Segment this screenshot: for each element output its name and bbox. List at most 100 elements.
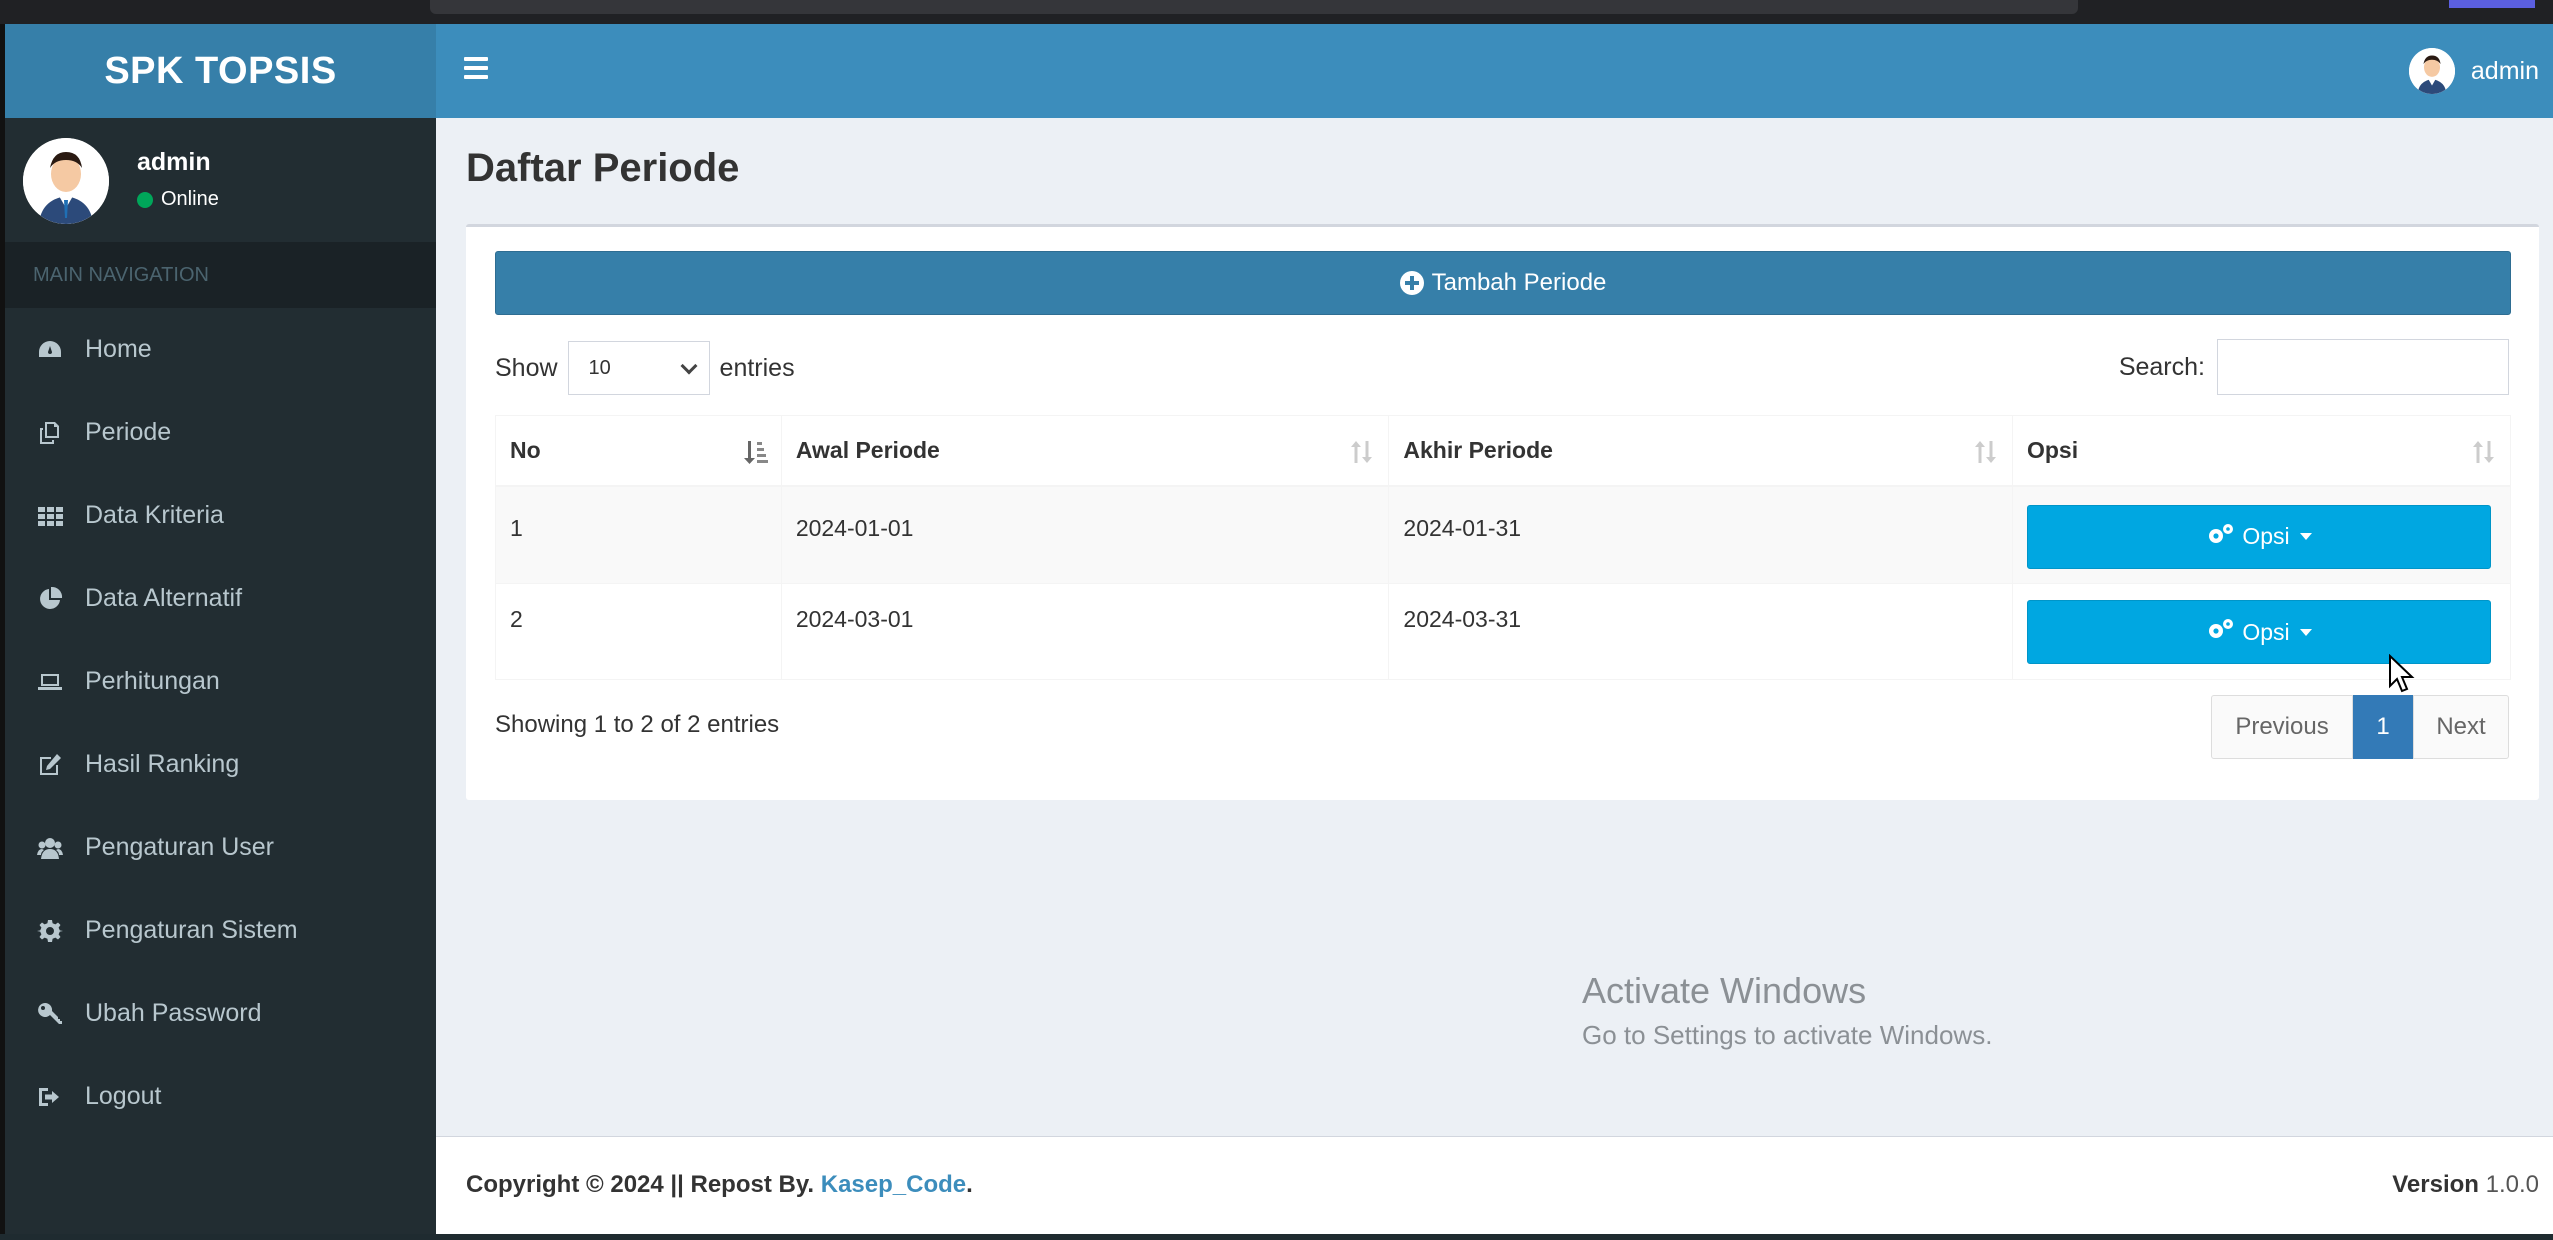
gears-icon [2206, 616, 2236, 648]
sidebar-item-home[interactable]: Home [5, 308, 436, 391]
avatar [2408, 48, 2455, 94]
page-title: Daftar Periode [466, 146, 740, 190]
version-label: Version [2392, 1171, 2479, 1198]
user-panel: admin Online [5, 118, 436, 242]
browser-url-bar[interactable] [430, 0, 2078, 14]
search-control: Search: [2119, 339, 2509, 395]
sidebar-item-data-kriteria[interactable]: Data Kriteria [5, 474, 436, 557]
edit-icon [37, 750, 71, 780]
sort-icon [1348, 438, 1376, 466]
sidebar-item-label: Data Alternatif [85, 584, 243, 612]
cell-opsi: Opsi [2011, 583, 2512, 680]
sidebar-item-pengaturan-sistem[interactable]: Pengaturan Sistem [5, 889, 436, 972]
sidebar-item-ubah-password[interactable]: Ubah Password [5, 972, 436, 1055]
sidebar-item-data-alternatif[interactable]: Data Alternatif [5, 557, 436, 640]
cell-opsi: Opsi [2011, 485, 2512, 584]
sidebar-item-logout[interactable]: Logout [5, 1055, 436, 1138]
sidebar-item-label: Hasil Ranking [85, 750, 240, 778]
status-dot-icon [137, 191, 153, 208]
cell-akhir-periode: 2024-01-31 [1388, 485, 2013, 584]
page-length-select[interactable]: 10 [567, 341, 710, 395]
sort-icon [1972, 438, 2000, 466]
pagination-previous[interactable]: Previous [2211, 695, 2353, 759]
sign-out-icon [37, 1082, 71, 1112]
sort-ascending-icon [741, 438, 769, 466]
sidebar-item-label: Data Kriteria [85, 501, 224, 529]
chevron-down-icon [680, 357, 698, 375]
sort-icon [2470, 438, 2498, 466]
plus-circle-icon [1399, 271, 1424, 295]
periode-box: Tambah Periode Show 10 entries Search: N… [466, 224, 2539, 800]
content-wrapper: Daftar Periode Tambah Periode Show 10 en… [436, 118, 2553, 1136]
nav-header: MAIN NAVIGATION [5, 242, 436, 308]
table-row: 2 2024-03-01 2024-03-31 Opsi [495, 583, 2512, 680]
add-periode-button[interactable]: Tambah Periode [495, 251, 2511, 315]
pie-chart-icon [37, 584, 71, 614]
caret-down-icon [2299, 533, 2312, 540]
gears-icon [2206, 521, 2236, 553]
column-header-opsi[interactable]: Opsi [2011, 415, 2512, 487]
table-header-row: No Awal Periode Akhir Periode Opsi [495, 415, 2512, 487]
sidebar-item-label: Perhitungan [85, 667, 220, 695]
page-length-value: 10 [588, 356, 611, 379]
user-status-label: Online [161, 188, 219, 210]
sidebar-item-perhitungan[interactable]: Perhitungan [5, 640, 436, 723]
column-header-no[interactable]: No [495, 415, 782, 487]
opsi-label: Opsi [2242, 523, 2290, 549]
sidebar: SPK TOPSIS admin Online MAIN NAVIGATION … [5, 24, 436, 1234]
user-name: admin [137, 148, 211, 176]
pagination-page-1[interactable]: 1 [2353, 695, 2413, 759]
page-length-control: Show 10 entries [495, 341, 795, 395]
search-label: Search: [2118, 352, 2205, 381]
search-input[interactable] [2217, 339, 2509, 395]
table-info: Showing 1 to 2 of 2 entries [495, 711, 780, 738]
windows-activation-watermark: Activate Windows Go to Settings to activ… [1582, 970, 1992, 1051]
sidebar-item-label: Pengaturan Sistem [85, 916, 298, 944]
cell-akhir-periode: 2024-03-31 [1388, 583, 2013, 680]
gear-icon [37, 916, 71, 946]
show-label: Show [495, 353, 558, 382]
opsi-dropdown-button[interactable]: Opsi [2026, 600, 2491, 664]
laptop-icon [37, 667, 71, 697]
sidebar-item-label: Periode [85, 418, 172, 446]
footer-copyright: Copyright © 2024 || Repost By. Kasep_Cod… [466, 1171, 973, 1198]
browser-strip [0, 0, 2553, 24]
caret-down-icon [2299, 628, 2312, 636]
key-icon [37, 999, 71, 1029]
avatar [23, 138, 109, 224]
footer-version: Version 1.0.0 [2392, 1171, 2539, 1199]
sidebar-item-label: Logout [85, 1082, 162, 1110]
taskbar-strip [0, 1234, 2553, 1240]
sidebar-item-hasil-ranking[interactable]: Hasil Ranking [5, 723, 436, 806]
dashboard-icon [37, 335, 71, 365]
sidebar-item-pengaturan-user[interactable]: Pengaturan User [5, 806, 436, 889]
browser-extension-tab [2449, 0, 2535, 8]
opsi-dropdown-button[interactable]: Opsi [2026, 504, 2491, 569]
user-menu-name: admin [2470, 56, 2539, 85]
users-icon [37, 833, 71, 863]
footer-author-link[interactable]: Kasep_Code [821, 1171, 966, 1198]
sidebar-nav: Home Periode Data Kriteria Data Alternat… [5, 308, 436, 1138]
column-header-awal-periode[interactable]: Awal Periode [780, 415, 1390, 487]
cell-no: 2 [495, 583, 782, 680]
sidebar-item-label: Home [85, 335, 152, 363]
grid-icon [37, 501, 71, 531]
entries-label: entries [719, 353, 795, 382]
app-logo-text: SPK TOPSIS [104, 49, 337, 92]
sidebar-item-periode[interactable]: Periode [5, 391, 436, 474]
periode-table: No Awal Periode Akhir Periode Opsi 1 202… [495, 415, 2512, 680]
pagination: Previous 1 Next [2211, 695, 2509, 759]
logo-bar[interactable]: SPK TOPSIS [5, 24, 436, 118]
cell-awal-periode: 2024-03-01 [780, 583, 1390, 680]
sidebar-item-label: Pengaturan User [85, 833, 275, 861]
table-row: 1 2024-01-01 2024-01-31 Opsi [495, 485, 2512, 584]
version-number: 1.0.0 [2485, 1171, 2539, 1198]
column-header-akhir-periode[interactable]: Akhir Periode [1388, 415, 2013, 487]
pagination-next[interactable]: Next [2413, 695, 2509, 759]
watermark-title: Activate Windows [1582, 970, 1867, 1011]
user-menu[interactable]: admin [2408, 48, 2539, 94]
sidebar-toggle-icon[interactable] [464, 57, 488, 79]
mouse-cursor-icon [2388, 653, 2416, 694]
user-status: Online [137, 188, 219, 211]
cell-no: 1 [495, 485, 782, 584]
